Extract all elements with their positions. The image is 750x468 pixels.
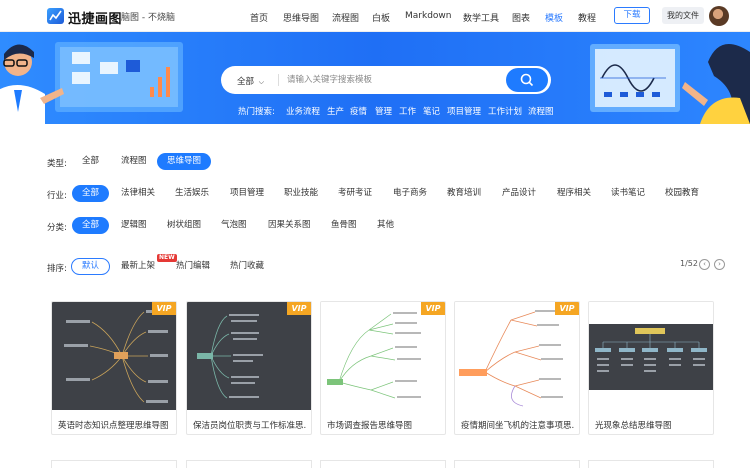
industry-option[interactable]: 校园教育 [665,185,699,202]
vip-badge: VIP [421,302,445,315]
sort-option-newest[interactable]: 最新上架 [121,258,155,275]
template-thumbnail [52,302,176,410]
hot-tag[interactable]: 流程图 [528,105,554,117]
nav-flowchart[interactable]: 流程图 [332,11,359,24]
nav-mindmap[interactable]: 思维导图 [283,11,319,24]
search-scope-dropdown[interactable]: 全部 ⌵ [237,75,264,87]
nav-whiteboard[interactable]: 白板 [372,11,390,24]
sort-option-default[interactable]: 默认 [71,258,111,275]
industry-option[interactable]: 读书笔记 [611,185,645,202]
category-option[interactable]: 树状组图 [167,217,201,234]
banner-right-illustration [590,44,750,124]
template-title: 市场调查报告思维导图 [327,421,413,431]
sort-label: 排序: [47,264,67,274]
template-card[interactable]: VIP 疫情期间坐飞机的注意事项思... [454,301,580,435]
nav-markdown[interactable]: Markdown [405,11,451,21]
hot-tag[interactable]: 疫情 [350,105,367,117]
template-title: 光现象总结思维导图 [595,421,672,431]
template-card[interactable]: VIP 市场调查报告思维导图 [320,301,446,435]
industry-option[interactable]: 生活娱乐 [175,185,209,202]
template-title: 保洁员岗位职责与工作标准思... [193,421,307,431]
template-card-partial[interactable] [51,460,177,468]
category-option[interactable]: 逻辑图 [121,217,147,234]
category-option[interactable]: 鱼骨图 [331,217,357,234]
template-card-partial[interactable] [320,460,446,468]
nav-templates[interactable]: 模板 [545,11,563,24]
industry-option[interactable]: 职业技能 [284,185,318,202]
vip-badge: VIP [152,302,176,315]
category-option-all[interactable]: 全部 [72,217,110,234]
template-thumbnail [321,302,445,410]
template-card-partial[interactable] [186,460,312,468]
nav-tutorials[interactable]: 教程 [578,11,596,24]
logo-text[interactable]: 迅捷画图 [68,8,122,27]
template-card[interactable]: VIP 保洁员岗位职责与工作标准思... [186,301,312,435]
logo-icon[interactable] [47,8,64,24]
top-navbar: 迅捷画图 脑图 - 不烧脑 首页 思维导图 流程图 白板 Markdown 数学… [0,0,750,32]
nav-home[interactable]: 首页 [250,11,268,24]
new-badge: NEW [157,254,177,262]
template-card[interactable]: 光现象总结思维导图 [588,301,714,435]
type-option-mindmap[interactable]: 思维导图 [157,153,212,170]
search-divider [278,74,279,86]
search-icon [520,73,534,87]
template-title: 英语时态知识点整理思维导图 [58,421,169,431]
hot-search-label: 热门搜索: [238,107,275,117]
industry-option-all[interactable]: 全部 [72,185,110,202]
template-thumbnail [187,302,311,410]
search-box: 全部 ⌵ [221,66,551,94]
industry-option[interactable]: 产品设计 [502,185,536,202]
industry-filter-label: 行业: [47,191,67,201]
prev-page-button[interactable]: ‹ [699,259,710,270]
template-title: 疫情期间坐飞机的注意事项思... [461,421,575,431]
sort-option-hot-fav[interactable]: 热门收藏 [230,258,264,275]
hot-tag[interactable]: 生产 [327,105,344,117]
category-option[interactable]: 其他 [377,217,394,234]
category-option[interactable]: 因果关系图 [268,217,311,234]
template-thumbnail [589,302,713,410]
category-option[interactable]: 气泡图 [221,217,247,234]
pager-text: 1/52 [680,259,698,268]
template-card-partial[interactable] [588,460,714,468]
template-thumbnail [455,302,579,410]
nav-math-tools[interactable]: 数学工具 [463,11,499,24]
avatar[interactable] [709,6,729,26]
industry-option[interactable]: 法律相关 [121,185,155,202]
download-button[interactable]: 下载 [614,7,650,24]
hot-tag[interactable]: 管理 [375,105,392,117]
industry-option[interactable]: 教育培训 [447,185,481,202]
type-filter-label: 类型: [47,159,67,169]
next-page-button[interactable]: › [714,259,725,270]
site-subtitle: 脑图 - 不烧脑 [121,13,175,23]
industry-option[interactable]: 考研考证 [338,185,372,202]
search-button[interactable] [506,68,548,92]
vip-badge: VIP [287,302,311,315]
my-files-button[interactable]: 我的文件 [662,7,704,24]
search-banner: 全部 ⌵ 热门搜索: 业务流程 生产 疫情 管理 工作 笔记 项目管理 工作计划… [0,32,750,124]
industry-option[interactable]: 电子商务 [393,185,427,202]
type-option-flowchart[interactable]: 流程图 [121,153,147,170]
vip-badge: VIP [555,302,579,315]
search-input[interactable] [287,72,497,88]
industry-option[interactable]: 程序相关 [557,185,591,202]
hot-tag[interactable]: 工作 [399,105,416,117]
sort-option-hot-edit[interactable]: 热门编辑 [176,258,210,275]
hot-tag[interactable]: 业务流程 [286,105,320,117]
hot-tag[interactable]: 项目管理 [447,105,481,117]
search-scope-label: 全部 [237,77,255,87]
chevron-down-icon: ⌵ [258,78,265,86]
industry-option[interactable]: 项目管理 [230,185,264,202]
template-card-partial[interactable] [454,460,580,468]
hot-tag[interactable]: 工作计划 [488,105,522,117]
hot-tag[interactable]: 笔记 [423,105,440,117]
template-card[interactable]: VIP 英语时态知识点整理思维导图 [51,301,177,435]
nav-charts[interactable]: 图表 [512,11,530,24]
type-option-all[interactable]: 全部 [82,153,99,170]
category-filter-label: 分类: [47,223,67,233]
banner-left-illustration [0,42,183,124]
